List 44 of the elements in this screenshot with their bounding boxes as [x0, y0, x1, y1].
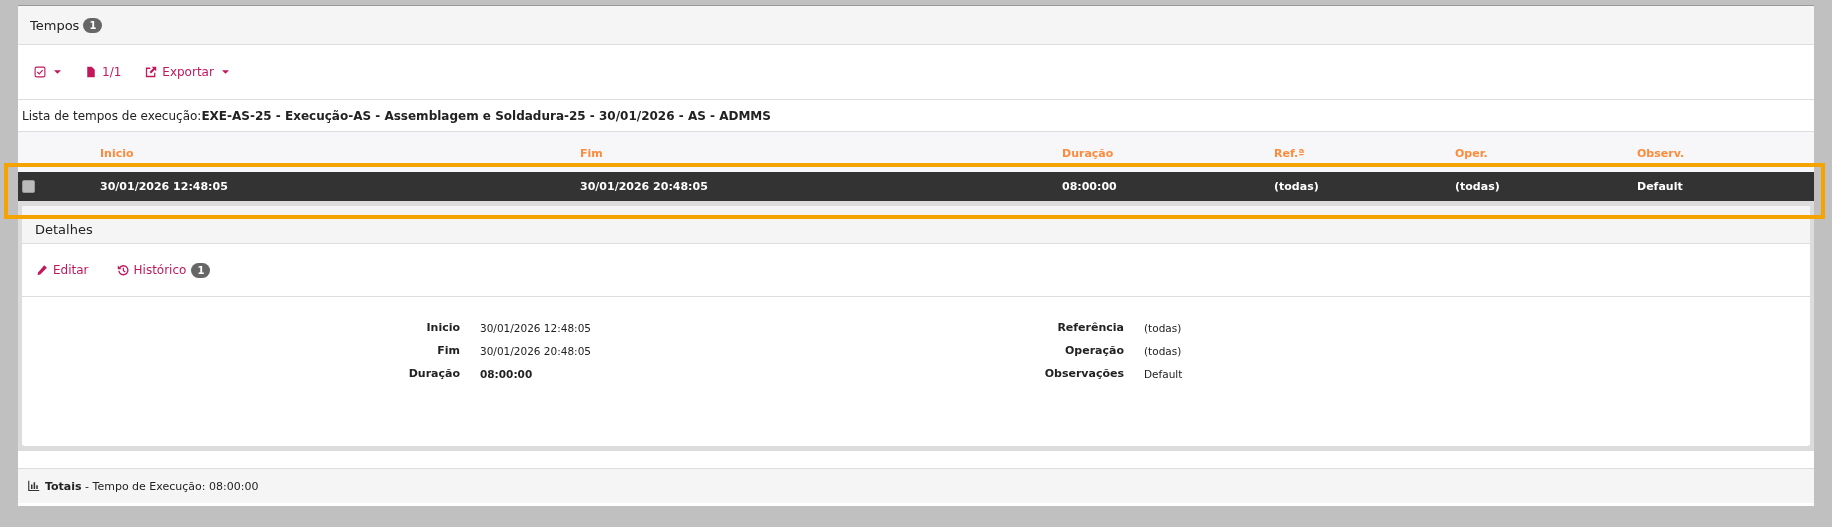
field-value: 30/01/2026 20:48:05	[480, 344, 592, 357]
field-value: Default	[1144, 367, 1184, 380]
list-caption: Lista de tempos de execução:EXE-AS-25 - Execução-AS - Assemblagem e Soldadura-25 - 30/01/2026 - AS - ADMMS	[22, 108, 771, 123]
pencil-icon	[36, 264, 48, 276]
field-label: Duração	[408, 367, 460, 380]
table-cell: 08:00:00	[1062, 180, 1117, 193]
table-cell: (todas)	[1274, 180, 1319, 193]
checkbox-icon	[34, 66, 46, 78]
column-header[interactable]: Duração	[1062, 147, 1114, 160]
column-header[interactable]: Inicio	[100, 147, 134, 160]
export-button[interactable]: Exportar	[139, 61, 235, 83]
caret-icon	[54, 70, 61, 74]
field-value: 08:00:00	[480, 367, 534, 380]
column-header[interactable]: Fim	[580, 147, 603, 160]
table-cell: 30/01/2026 12:48:05	[100, 180, 228, 193]
history-button[interactable]: Histórico 1	[110, 258, 217, 282]
field-value: (todas)	[1144, 344, 1183, 357]
table-cell: (todas)	[1455, 180, 1500, 193]
column-header[interactable]: Ref.ª	[1274, 147, 1305, 160]
row-checkbox[interactable]	[22, 180, 35, 193]
count-badge: 1	[191, 262, 211, 278]
file-icon	[85, 66, 97, 78]
edit-button[interactable]: Editar	[30, 259, 95, 281]
column-header[interactable]: Oper.	[1455, 147, 1488, 160]
field-label: Operação	[1064, 344, 1124, 357]
field-label: Referência	[1057, 321, 1124, 334]
panel-title: Tempos	[30, 17, 80, 33]
table-row[interactable]: 30/01/2026 12:48:05 30/01/2026 20:48:05 08:00:00 (todas) (todas) Default	[18, 172, 1814, 201]
field-label: Observações	[1044, 367, 1124, 380]
field-label: Fim	[437, 344, 460, 357]
table-cell: 30/01/2026 20:48:05	[580, 180, 708, 193]
details-title: Detalhes	[35, 222, 93, 237]
count-badge: 1	[83, 17, 103, 33]
totals-text: Totais - Tempo de Execução: 08:00:00	[45, 479, 259, 493]
field-value: 30/01/2026 12:48:05	[480, 321, 592, 334]
pages-button[interactable]: 1/1	[79, 61, 128, 83]
external-link-icon	[145, 66, 158, 78]
table-cell: Default	[1637, 180, 1683, 193]
column-header[interactable]: Observ.	[1637, 147, 1685, 160]
bar-chart-icon	[28, 480, 40, 492]
history-icon	[116, 264, 129, 276]
field-label: Inicio	[426, 321, 460, 334]
field-value: (todas)	[1144, 321, 1183, 334]
caret-icon	[221, 70, 229, 74]
